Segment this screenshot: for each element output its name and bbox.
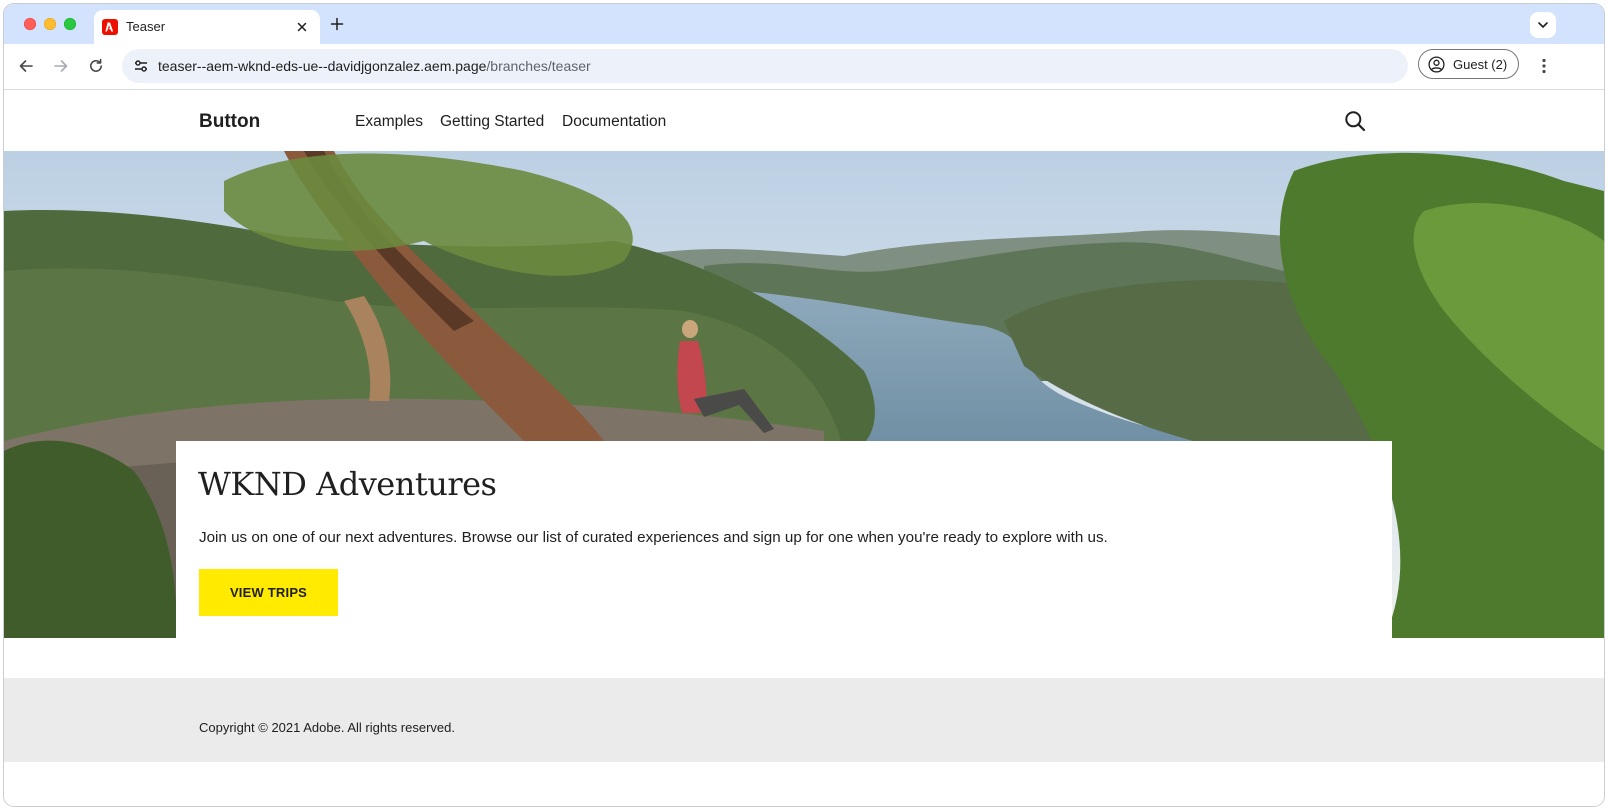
nav-link-examples[interactable]: Examples — [355, 113, 423, 131]
view-trips-button[interactable]: VIEW TRIPS — [199, 569, 338, 616]
teaser-content-card: WKND Adventures Join us on one of our ne… — [176, 441, 1392, 638]
minimize-window-button[interactable] — [44, 18, 56, 30]
nav-link-documentation[interactable]: Documentation — [562, 113, 666, 131]
page-viewport: Button Examples Getting Started Document… — [4, 90, 1604, 806]
maximize-window-button[interactable] — [64, 18, 76, 30]
browser-toolbar: teaser--aem-wknd-eds-ue--davidjgonzalez.… — [4, 44, 1604, 90]
site-footer: Copyright © 2021 Adobe. All rights reser… — [4, 678, 1604, 762]
browser-window: Teaser teaser--aem-wknd-eds-ue--davidjgo… — [4, 4, 1604, 806]
more-menu-icon[interactable] — [1534, 56, 1554, 76]
copyright-text: Copyright © 2021 Adobe. All rights reser… — [199, 720, 456, 735]
url-text: teaser--aem-wknd-eds-ue--davidjgonzalez.… — [158, 58, 591, 74]
tab-strip: Teaser — [4, 4, 1604, 44]
site-header: Button Examples Getting Started Document… — [4, 90, 1604, 151]
url-path: /branches/teaser — [486, 58, 591, 74]
close-window-button[interactable] — [24, 18, 36, 30]
url-host: teaser--aem-wknd-eds-ue--davidjgonzalez.… — [158, 58, 487, 74]
forward-arrow-icon[interactable] — [51, 56, 71, 76]
new-tab-icon[interactable] — [329, 16, 345, 32]
nav-link-getting-started[interactable]: Getting Started — [440, 113, 544, 131]
adobe-icon — [102, 19, 118, 35]
teaser-title: WKND Adventures — [198, 465, 497, 503]
browser-tab[interactable]: Teaser — [94, 10, 320, 44]
tab-search-button[interactable] — [1530, 12, 1556, 38]
address-bar[interactable]: teaser--aem-wknd-eds-ue--davidjgonzalez.… — [122, 49, 1408, 83]
site-info-icon[interactable] — [132, 57, 150, 75]
tab-title: Teaser — [126, 19, 166, 34]
reload-icon[interactable] — [86, 56, 106, 76]
back-arrow-icon[interactable] — [16, 56, 36, 76]
search-icon[interactable] — [1344, 110, 1366, 132]
profile-label: Guest (2) — [1453, 57, 1508, 72]
site-brand[interactable]: Button — [199, 111, 260, 133]
close-tab-icon[interactable] — [294, 19, 310, 35]
teaser-description: Join us on one of our next adventures. B… — [199, 529, 1108, 546]
profile-icon — [1428, 56, 1445, 73]
profile-button[interactable]: Guest (2) — [1418, 49, 1519, 79]
teaser-block: WKND Adventures Join us on one of our ne… — [4, 151, 1604, 638]
